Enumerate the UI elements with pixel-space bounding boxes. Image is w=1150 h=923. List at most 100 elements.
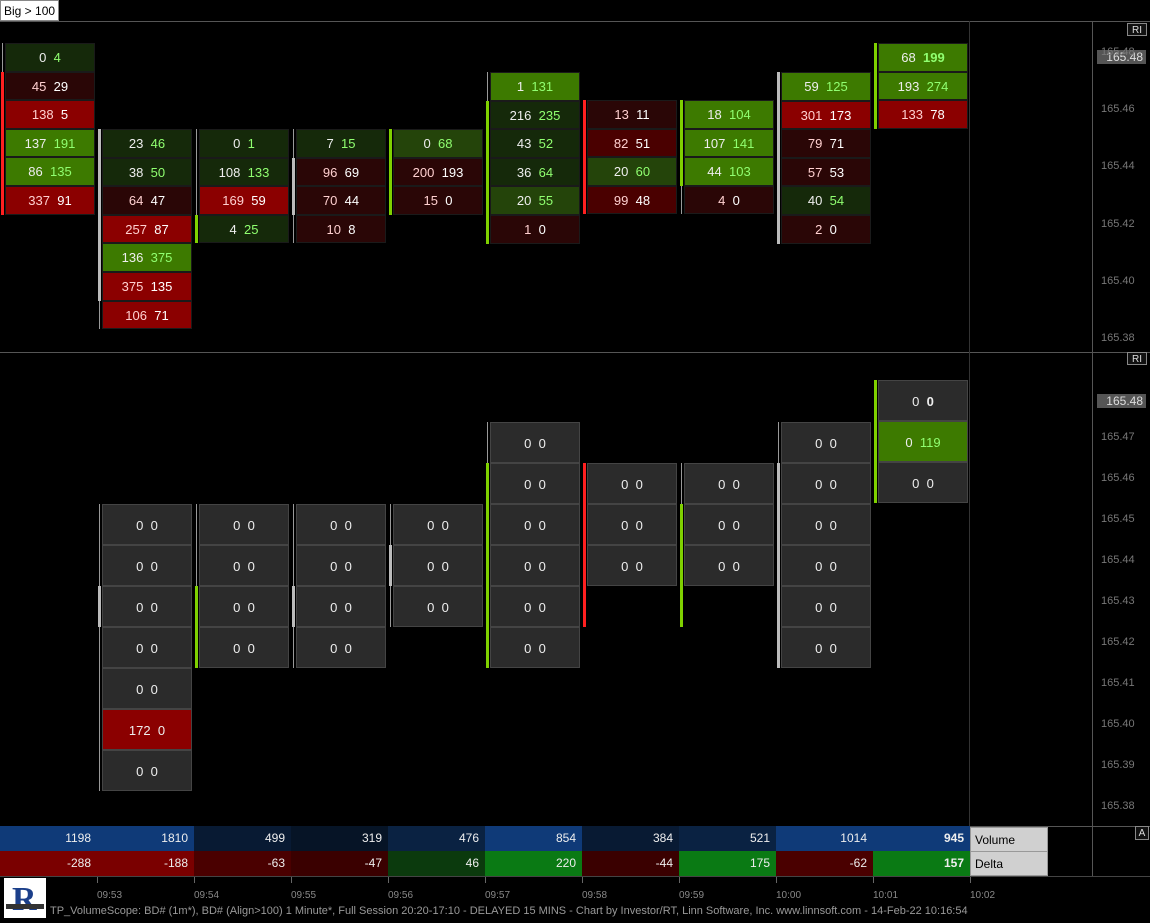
footprint-cell[interactable]: 0 0 xyxy=(587,463,677,504)
footprint-cell[interactable]: 0 0 xyxy=(102,504,192,545)
footprint-cell[interactable]: 64 47 xyxy=(102,186,192,215)
footprint-cell[interactable]: 40 54 xyxy=(781,186,871,215)
filter-tag[interactable]: Big > 100 xyxy=(0,0,60,21)
footprint-cell[interactable]: 23 46 xyxy=(102,129,192,158)
footprint-cell[interactable]: 20 60 xyxy=(587,157,677,186)
footprint-cell[interactable]: 0 0 xyxy=(781,545,871,586)
footprint-cell[interactable]: 0 1 xyxy=(199,129,289,158)
footprint-cell[interactable]: 18 104 xyxy=(684,100,774,129)
footprint-cell[interactable]: 257 87 xyxy=(102,214,192,244)
footprint-cell[interactable]: 0 0 xyxy=(102,750,192,791)
footprint-cell[interactable]: 301 173 xyxy=(781,100,871,130)
footprint-cell[interactable]: 38 50 xyxy=(102,157,192,187)
footprint-cell[interactable]: 0 0 xyxy=(393,586,483,627)
footprint-cell[interactable]: 68 199 xyxy=(878,43,968,72)
footprint-cell[interactable]: 0 0 xyxy=(102,627,192,668)
footprint-cell[interactable]: 96 69 xyxy=(296,157,386,187)
ask-volume: 0 xyxy=(538,477,546,492)
ask-volume: 50 xyxy=(150,164,166,180)
footprint-cell[interactable]: 0 0 xyxy=(102,545,192,586)
footprint-cell[interactable]: 82 51 xyxy=(587,128,677,158)
footprint-cell[interactable]: 0 0 xyxy=(296,586,386,627)
footprint-cell[interactable]: 13 11 xyxy=(587,100,677,129)
footprint-cell[interactable]: 0 0 xyxy=(781,504,871,545)
footprint-cell[interactable]: 1 131 xyxy=(490,72,580,101)
footprint-cell[interactable]: 7 15 xyxy=(296,129,386,158)
footprint-cell[interactable]: 4 25 xyxy=(199,214,289,244)
footprint-cell[interactable]: 0 0 xyxy=(296,504,386,545)
footprint-cell[interactable]: 79 71 xyxy=(781,129,871,158)
footprint-cell[interactable]: 200 193 xyxy=(393,157,483,187)
footprint-cell[interactable]: 99 48 xyxy=(587,185,677,215)
footprint-cell[interactable]: 86 135 xyxy=(5,157,95,186)
ri-button-bottom[interactable]: RI xyxy=(1127,352,1147,365)
footprint-cell[interactable]: 15 0 xyxy=(393,186,483,215)
ask-volume: 71 xyxy=(829,136,845,152)
footprint-cell[interactable]: 337 91 xyxy=(5,186,95,215)
footprint-cell[interactable]: 0 0 xyxy=(490,627,580,668)
footprint-cell[interactable]: 136 375 xyxy=(102,243,192,272)
footprint-cell[interactable]: 70 44 xyxy=(296,186,386,215)
footprint-cell[interactable]: 0 0 xyxy=(587,545,677,586)
footprint-cell[interactable]: 0 0 xyxy=(393,504,483,545)
footprint-cell[interactable]: 1 0 xyxy=(490,215,580,244)
footprint-cell[interactable]: 106 71 xyxy=(102,300,192,330)
footprint-cell[interactable]: 108 133 xyxy=(199,157,289,187)
footprint-cell[interactable]: 43 52 xyxy=(490,129,580,158)
bid-volume: 0 xyxy=(621,518,629,533)
footprint-cell[interactable]: 0 0 xyxy=(490,463,580,504)
footprint-cell[interactable]: 172 0 xyxy=(102,709,192,750)
footprint-cell[interactable]: 0 0 xyxy=(199,586,289,627)
footprint-cell[interactable]: 138 5 xyxy=(5,100,95,129)
footprint-cell[interactable]: 0 0 xyxy=(102,668,192,709)
ask-volume: 103 xyxy=(729,164,751,180)
footprint-cell[interactable]: 137 191 xyxy=(5,128,95,158)
footprint-cell[interactable]: 0 4 xyxy=(5,43,95,72)
bid-volume: 86 xyxy=(28,164,43,180)
footprint-cell[interactable]: 0 0 xyxy=(296,627,386,668)
footprint-cell[interactable]: 0 0 xyxy=(878,380,968,421)
footprint-cell[interactable]: 0 0 xyxy=(199,545,289,586)
time-tick: 09:58 xyxy=(582,890,608,901)
footprint-cell[interactable]: 0 0 xyxy=(393,545,483,586)
footprint-cell[interactable]: 20 55 xyxy=(490,186,580,215)
footprint-cell[interactable]: 193 274 xyxy=(878,71,968,101)
footprint-cell[interactable]: 133 78 xyxy=(878,100,968,129)
footprint-cell[interactable]: 0 0 xyxy=(296,545,386,586)
footprint-cell[interactable]: 10 8 xyxy=(296,214,386,244)
footprint-cell[interactable]: 0 68 xyxy=(393,129,483,158)
footprint-cell[interactable]: 169 59 xyxy=(199,186,289,215)
footprint-cell[interactable]: 0 119 xyxy=(878,421,968,462)
ri-button-top[interactable]: RI xyxy=(1127,23,1147,36)
footprint-cell[interactable]: 0 0 xyxy=(199,627,289,668)
footprint-cell[interactable]: 0 0 xyxy=(878,462,968,503)
footprint-cell[interactable]: 57 53 xyxy=(781,157,871,187)
footprint-cell[interactable]: 4 0 xyxy=(684,185,774,215)
footprint-cell[interactable]: 0 0 xyxy=(684,545,774,586)
candle-body xyxy=(777,463,780,668)
panel-divider[interactable] xyxy=(0,352,1150,353)
footprint-cell[interactable]: 0 0 xyxy=(684,463,774,504)
footprint-cell[interactable]: 0 0 xyxy=(781,586,871,627)
footprint-cell[interactable]: 0 0 xyxy=(781,422,871,463)
bid-volume: 106 xyxy=(125,307,147,323)
footprint-cell[interactable]: 0 0 xyxy=(102,586,192,627)
a-button[interactable]: A xyxy=(1135,826,1149,840)
footprint-cell[interactable]: 0 0 xyxy=(199,504,289,545)
footprint-cell[interactable]: 0 0 xyxy=(781,463,871,504)
footprint-cell[interactable]: 45 29 xyxy=(5,71,95,101)
footprint-cell[interactable]: 44 103 xyxy=(684,157,774,186)
footprint-cell[interactable]: 0 0 xyxy=(490,422,580,463)
footprint-cell[interactable]: 0 0 xyxy=(781,627,871,668)
footprint-cell[interactable]: 36 64 xyxy=(490,157,580,187)
footprint-cell[interactable]: 0 0 xyxy=(490,545,580,586)
footprint-cell[interactable]: 375 135 xyxy=(102,272,192,301)
footprint-cell[interactable]: 0 0 xyxy=(490,586,580,627)
footprint-cell[interactable]: 0 0 xyxy=(587,504,677,545)
footprint-cell[interactable]: 2 0 xyxy=(781,215,871,244)
footprint-cell[interactable]: 107 141 xyxy=(684,128,774,158)
footprint-cell[interactable]: 0 0 xyxy=(684,504,774,545)
footprint-cell[interactable]: 216 235 xyxy=(490,100,580,130)
footprint-cell[interactable]: 59 125 xyxy=(781,72,871,101)
footprint-cell[interactable]: 0 0 xyxy=(490,504,580,545)
